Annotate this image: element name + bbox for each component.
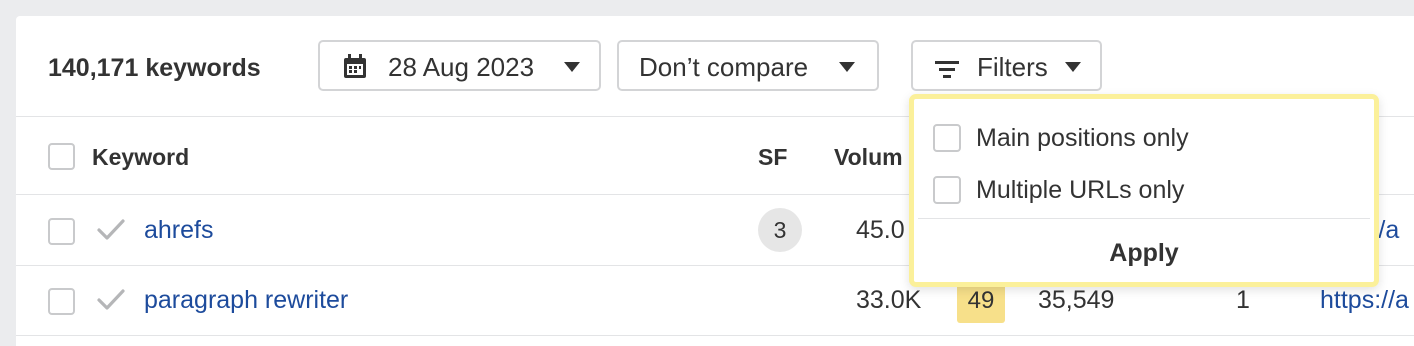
compare-label: Don’t compare bbox=[639, 52, 809, 82]
url-link[interactable]: https://a bbox=[1320, 286, 1409, 315]
filters-button[interactable]: Filters bbox=[911, 40, 1102, 91]
chevron-down-icon bbox=[564, 62, 580, 72]
main-positions-checkbox[interactable] bbox=[933, 124, 961, 152]
volume-cell: 45.0 bbox=[856, 216, 905, 244]
chevron-down-icon bbox=[1065, 62, 1081, 72]
filter-icon bbox=[935, 56, 959, 87]
sf-badge[interactable]: 3 bbox=[758, 208, 802, 252]
column-header-sf[interactable]: SF bbox=[758, 144, 787, 171]
select-all-checkbox[interactable] bbox=[48, 143, 75, 170]
multiple-urls-checkbox[interactable] bbox=[933, 176, 961, 204]
column-header-keyword[interactable]: Keyword bbox=[92, 144, 189, 171]
filters-label: Filters bbox=[977, 52, 1048, 82]
compare-button[interactable]: Don’t compare bbox=[617, 40, 879, 91]
filters-dropdown: Main positions only Multiple URLs only A… bbox=[909, 94, 1379, 287]
row-checkbox[interactable] bbox=[48, 288, 75, 315]
date-label: 28 Aug 2023 bbox=[388, 52, 535, 82]
keyword-link[interactable]: paragraph rewriter bbox=[144, 286, 348, 315]
volume-cell: 33.0K bbox=[856, 286, 922, 314]
chevron-down-icon bbox=[839, 62, 855, 72]
filter-option-multiple-urls[interactable]: Multiple URLs only bbox=[914, 165, 1374, 215]
apply-button[interactable]: Apply bbox=[914, 231, 1374, 275]
divider bbox=[918, 218, 1370, 219]
checkmark-icon bbox=[96, 288, 126, 317]
calendar-icon bbox=[342, 54, 368, 87]
keyword-count: 140,171 keywords bbox=[48, 54, 261, 82]
position-cell: 1 bbox=[1236, 286, 1250, 314]
filter-option-main-positions[interactable]: Main positions only bbox=[914, 113, 1374, 163]
traffic-cell: 35,549 bbox=[1038, 286, 1115, 314]
keyword-link[interactable]: ahrefs bbox=[144, 216, 213, 245]
filter-option-label: Main positions only bbox=[976, 124, 1189, 152]
date-picker-button[interactable]: 28 Aug 2023 bbox=[318, 40, 601, 91]
filter-option-label: Multiple URLs only bbox=[976, 176, 1185, 204]
column-header-volume[interactable]: Volum bbox=[834, 144, 903, 171]
checkmark-icon bbox=[96, 218, 126, 247]
row-checkbox[interactable] bbox=[48, 218, 75, 245]
